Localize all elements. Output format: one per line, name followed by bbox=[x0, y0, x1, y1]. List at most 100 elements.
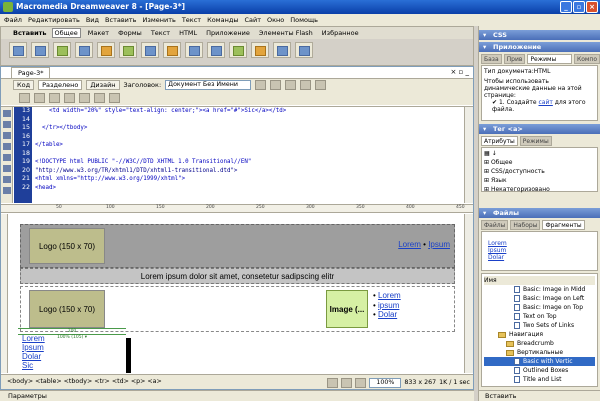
tab-html[interactable]: HTML bbox=[177, 29, 199, 37]
files-panel-header[interactable]: Файлы bbox=[479, 208, 600, 218]
tag-category-general[interactable]: ⊞ Общее bbox=[484, 158, 595, 167]
vertical-link-lorem[interactable]: Lorem bbox=[378, 291, 401, 300]
paste-icon[interactable] bbox=[64, 93, 75, 103]
images-icon[interactable] bbox=[119, 42, 137, 58]
tab-flash-elements[interactable]: Элементы Flash bbox=[257, 29, 315, 37]
redo-icon[interactable] bbox=[109, 93, 120, 103]
lorem-text-row[interactable]: Lorem ipsum dolor sit amet, consetetur s… bbox=[20, 268, 455, 284]
tab-snippets[interactable]: Фрагменты bbox=[542, 220, 585, 230]
highlight-invalid-icon[interactable] bbox=[3, 165, 11, 172]
tab-behaviors[interactable]: Режимы bbox=[519, 136, 552, 146]
logo-placeholder[interactable]: Logo (150 x 70) bbox=[29, 290, 105, 328]
table-icon[interactable] bbox=[75, 42, 93, 58]
tag-category-css[interactable]: ⊞ CSS/доступность bbox=[484, 167, 595, 176]
menu-commands[interactable]: Команды bbox=[207, 16, 238, 24]
comment-icon[interactable] bbox=[207, 42, 225, 58]
snippet-folder[interactable]: Навигация bbox=[484, 330, 595, 339]
named-anchor-icon[interactable] bbox=[53, 42, 71, 58]
layer-icon[interactable] bbox=[97, 42, 115, 58]
preview-icon[interactable] bbox=[270, 80, 282, 90]
column-header[interactable]: Имя bbox=[484, 276, 595, 285]
tab-common[interactable]: Общее bbox=[51, 28, 81, 38]
zoom-select[interactable]: 100% bbox=[369, 378, 402, 388]
tab-application[interactable]: Приложение bbox=[204, 29, 252, 37]
snippet-item[interactable]: Basic: Image in Midd bbox=[484, 285, 595, 294]
head-icon[interactable] bbox=[229, 42, 247, 58]
date-icon[interactable] bbox=[163, 42, 181, 58]
save-icon[interactable] bbox=[34, 93, 45, 103]
view-options-icon[interactable] bbox=[300, 80, 312, 90]
close-button[interactable]: × bbox=[586, 1, 598, 13]
cut-icon[interactable] bbox=[79, 93, 90, 103]
copy-icon[interactable] bbox=[49, 93, 60, 103]
logo-placeholder[interactable]: Logo (150 x 70) bbox=[29, 228, 105, 264]
site-link[interactable]: сайт bbox=[538, 99, 552, 106]
split-view-button[interactable]: Разделено bbox=[38, 80, 83, 90]
file-management-icon[interactable] bbox=[255, 80, 267, 90]
insert-snippet-button[interactable]: Вставить bbox=[485, 392, 516, 400]
code-view-button[interactable]: Код bbox=[13, 80, 35, 90]
left-link-ipsum[interactable]: Ipsum bbox=[22, 343, 44, 352]
design-scrollbar[interactable] bbox=[464, 214, 473, 373]
select-parent-icon[interactable] bbox=[3, 132, 11, 139]
media-icon[interactable] bbox=[141, 42, 159, 58]
tab-assets[interactable]: Наборы bbox=[510, 220, 541, 230]
email-link-icon[interactable] bbox=[31, 42, 49, 58]
line-numbers-icon[interactable] bbox=[3, 154, 11, 161]
menu-insert[interactable]: Вставить bbox=[105, 16, 136, 24]
css-panel-header[interactable]: CSS bbox=[479, 30, 600, 40]
snippet-item[interactable]: Basic with Vertic bbox=[484, 357, 595, 366]
wrap-tag-icon[interactable] bbox=[3, 187, 11, 194]
snippet-item[interactable]: Title and List bbox=[484, 375, 595, 384]
close-icon[interactable]: × ▫ _ bbox=[450, 68, 469, 76]
left-link-sic[interactable]: Sic bbox=[22, 361, 33, 370]
script-icon[interactable] bbox=[251, 42, 269, 58]
minimize-button[interactable]: _ bbox=[560, 1, 572, 13]
window-size[interactable]: 833 x 267 bbox=[404, 376, 436, 390]
tag-chooser-icon[interactable] bbox=[295, 42, 313, 58]
tab-layout[interactable]: Макет bbox=[86, 29, 111, 37]
server-side-include-icon[interactable] bbox=[185, 42, 203, 58]
tab-forms[interactable]: Формы bbox=[116, 29, 144, 37]
tab-databases[interactable]: База bbox=[481, 54, 502, 64]
tab-components[interactable]: Компо bbox=[573, 54, 600, 64]
tag-panel-header[interactable]: Тег <a> bbox=[479, 124, 600, 134]
expand-icon[interactable] bbox=[3, 121, 11, 128]
design-view-button[interactable]: Дизайн bbox=[86, 80, 120, 90]
hyperlink-icon[interactable] bbox=[9, 42, 27, 58]
tab-attributes[interactable]: Атрибуты bbox=[481, 136, 518, 146]
tag-selector[interactable]: <body> <table> <tbody> <tr> <td> <p> <a> bbox=[7, 378, 162, 385]
snippet-tree[interactable]: Имя Basic: Image in Midd Basic: Image on … bbox=[481, 273, 598, 387]
properties-panel-header[interactable]: Параметры bbox=[0, 390, 474, 401]
tag-category-uncategorized[interactable]: ⊞ Некатегоризовано bbox=[484, 185, 595, 194]
zoom-tool-icon[interactable] bbox=[355, 378, 367, 388]
document-tab[interactable]: Page-3* bbox=[11, 67, 51, 78]
tab-text[interactable]: Текст bbox=[149, 29, 172, 37]
visual-aids-icon[interactable] bbox=[315, 80, 327, 90]
image-placeholder[interactable]: Image (... bbox=[326, 290, 368, 328]
menu-edit[interactable]: Редактировать bbox=[28, 16, 80, 24]
code-scrollbar[interactable] bbox=[464, 107, 473, 203]
tab-favorites[interactable]: Избранное bbox=[320, 29, 361, 37]
collapse-icon[interactable] bbox=[3, 110, 11, 117]
code-pane[interactable]: 13 14 15 16 17 18 19 20 21 22 <td width=… bbox=[1, 106, 473, 203]
balance-braces-icon[interactable] bbox=[3, 143, 11, 150]
vertical-link-dolar[interactable]: Dolar bbox=[378, 310, 397, 319]
menu-text[interactable]: Текст bbox=[182, 16, 201, 24]
code-text[interactable]: <td width="20%" style="text-align: cente… bbox=[35, 107, 463, 203]
menu-help[interactable]: Помощь bbox=[290, 16, 318, 24]
tag-category-language[interactable]: ⊞ Язык bbox=[484, 176, 595, 185]
tab-bindings[interactable]: Прив bbox=[503, 54, 526, 64]
header-link-lorem[interactable]: Lorem bbox=[398, 240, 421, 249]
left-link-lorem[interactable]: Lorem bbox=[22, 334, 45, 343]
app-panel-header[interactable]: Приложение bbox=[479, 42, 600, 52]
menu-file[interactable]: Файл bbox=[4, 16, 22, 24]
snippet-item[interactable]: Two Sets of Links bbox=[484, 321, 595, 330]
refresh-icon[interactable] bbox=[285, 80, 297, 90]
select-tool-icon[interactable] bbox=[327, 378, 339, 388]
left-link-dolar[interactable]: Dolar bbox=[22, 352, 41, 361]
menu-site[interactable]: Сайт bbox=[244, 16, 261, 24]
open-icon[interactable] bbox=[19, 93, 30, 103]
comment-icon[interactable] bbox=[3, 176, 11, 183]
menu-modify[interactable]: Изменить bbox=[143, 16, 176, 24]
